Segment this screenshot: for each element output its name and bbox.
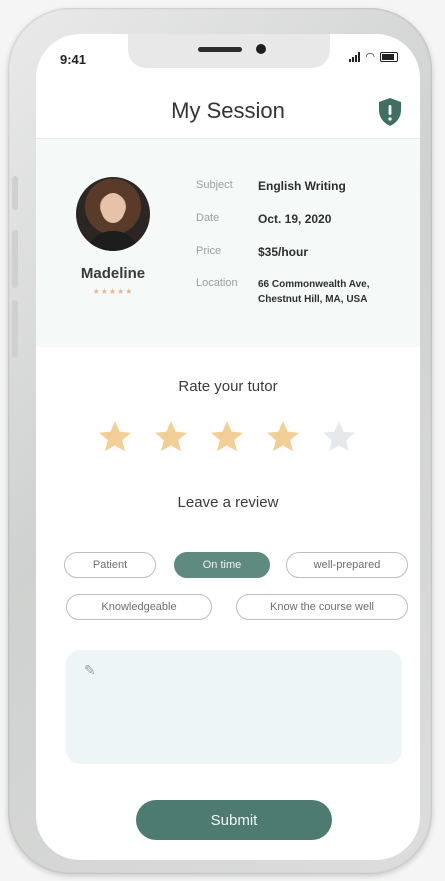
tag-chip-well-prepared[interactable]: well-prepared	[286, 552, 408, 578]
subject-row: Subject English Writing	[196, 179, 346, 193]
rating-star-icon[interactable]	[264, 418, 302, 456]
location-line1: 66 Commonwealth Ave,	[258, 279, 370, 290]
rating-star-icon[interactable]	[96, 418, 134, 456]
date-value: Oct. 19, 2020	[258, 212, 332, 226]
tag-chip-know-the-course-well[interactable]: Know the course well	[236, 594, 408, 620]
tutor-rating-stars: ★★★★★	[92, 287, 134, 296]
tag-chip-patient[interactable]: Patient	[64, 552, 156, 578]
speaker-grille	[198, 47, 242, 52]
tag-chip-knowledgeable[interactable]: Knowledgeable	[66, 594, 212, 620]
rate-tutor-heading: Rate your tutor	[178, 378, 278, 395]
subject-label: Subject	[196, 179, 233, 191]
wifi-icon: ◠	[365, 51, 375, 63]
leave-review-heading: Leave a review	[177, 494, 279, 511]
location-line2: Chestnut Hill, MA, USA	[258, 294, 368, 305]
phone-notch	[128, 34, 330, 68]
rating-star-icon[interactable]	[208, 418, 246, 456]
page-title: My Session	[171, 98, 285, 123]
rating-stars[interactable]	[96, 418, 358, 456]
signal-icon	[349, 52, 361, 62]
phone-frame: 9:41 ◠ My Session Madeline ★★★★★ Subject…	[8, 8, 432, 874]
session-info-panel: Madeline ★★★★★ Subject English Writing D…	[36, 139, 420, 347]
price-value: $35/hour	[258, 245, 309, 259]
date-label: Date	[196, 212, 220, 224]
status-icons: ◠	[349, 51, 398, 63]
page-header: My Session	[36, 90, 420, 139]
review-text-input[interactable]: ✎	[66, 650, 402, 764]
submit-button[interactable]: Submit	[136, 800, 332, 840]
price-label: Price	[196, 245, 222, 257]
rating-star-icon[interactable]	[320, 418, 358, 456]
status-time: 9:41	[60, 52, 87, 67]
phone-volume-down	[12, 300, 18, 358]
tutor-name: Madeline	[80, 265, 146, 282]
battery-icon	[380, 52, 398, 62]
shield-alert-icon[interactable]	[376, 96, 404, 128]
rating-star-icon[interactable]	[152, 418, 190, 456]
phone-volume-up	[12, 230, 18, 288]
phone-mute-switch	[12, 176, 18, 210]
location-value: 66 Commonwealth Ave, Chestnut Hill, MA, …	[258, 277, 370, 307]
date-row: Date Oct. 19, 2020	[196, 212, 331, 226]
tag-chip-on-time[interactable]: On time	[174, 552, 270, 578]
location-label: Location	[196, 277, 238, 289]
subject-value: English Writing	[258, 179, 346, 193]
price-row: Price $35/hour	[196, 245, 308, 259]
avatar-body	[86, 231, 140, 251]
avatar-face	[101, 193, 125, 223]
camera-icon	[256, 44, 266, 54]
tutor-avatar[interactable]	[76, 177, 150, 251]
location-row: Location 66 Commonwealth Ave, Chestnut H…	[196, 277, 370, 307]
app-screen: 9:41 ◠ My Session Madeline ★★★★★ Subject…	[36, 34, 420, 860]
pencil-icon: ✎	[84, 662, 96, 678]
